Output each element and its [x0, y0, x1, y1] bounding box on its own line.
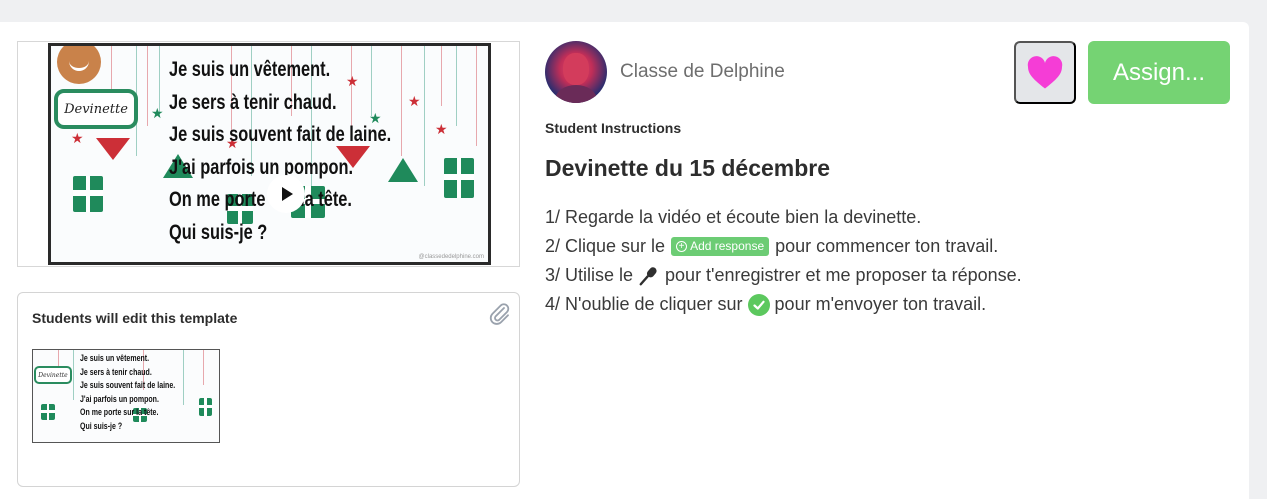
video-frame: ★ ★ ★ ★ ★ ★ ★ Devinette Je suis un vêtem…	[48, 43, 491, 265]
gift-ornament	[73, 176, 103, 212]
heart-icon	[1027, 55, 1063, 88]
ornament-thread	[424, 46, 425, 186]
ornament-thread	[147, 46, 148, 126]
instructions-label: Student Instructions	[545, 120, 682, 136]
instruction-line: 1/ Regarde la vidéo et écoute bien la de…	[545, 203, 1022, 232]
video-credit: @classededelphine.com	[418, 254, 484, 260]
riddle-line: Je sers à tenir chaud.	[169, 90, 337, 114]
ornament-thread	[456, 46, 457, 126]
riddle-line: J'ai parfois un pompon.	[80, 393, 159, 404]
play-icon[interactable]	[267, 175, 305, 213]
instruction-text: 4/ N'oublie de cliquer sur	[545, 294, 743, 314]
instruction-text: 2/ Clique sur le	[545, 236, 666, 256]
template-title: Students will edit this template	[32, 310, 238, 326]
microphone-icon	[639, 266, 657, 285]
ornament-thread	[203, 350, 204, 385]
instruction-text: pour m'envoyer ton travail.	[774, 294, 987, 314]
check-circle-icon	[747, 293, 770, 316]
instruction-text: pour commencer ton travail.	[775, 236, 999, 256]
riddle-line: On me porte sur la tête.	[80, 407, 159, 417]
instructions-body: 1/ Regarde la vidéo et écoute bien la de…	[545, 203, 1022, 319]
paperclip-icon[interactable]	[487, 301, 511, 325]
instruction-line: 2/ Clique sur le + Add response pour com…	[545, 232, 1022, 261]
add-response-label: Add response	[690, 239, 765, 253]
riddle-line: Je suis souvent fait de laine.	[169, 123, 392, 146]
devinette-tag: Devinette	[34, 366, 72, 384]
riddle-line: Je suis souvent fait de laine.	[80, 380, 176, 390]
gift-ornament	[199, 398, 212, 416]
riddle-line: Je suis un vêtement.	[169, 58, 331, 81]
template-thumbnail[interactable]: Devinette Je suis un vêtement. Je sers à…	[32, 349, 220, 443]
instruction-text: 1/ Regarde la vidéo et écoute bien la de…	[545, 207, 922, 227]
riddle-line: Qui suis-je ?	[80, 420, 123, 431]
star-ornament: ★	[151, 105, 164, 121]
riddle-line: Je suis un vêtement.	[80, 353, 150, 363]
avatar[interactable]	[545, 41, 607, 103]
tree-ornament	[388, 158, 418, 182]
instruction-line: 3/ Utilise le pour t'enregistrer et me p…	[545, 261, 1022, 290]
ornament-thread	[183, 350, 184, 405]
ornament-thread	[476, 46, 477, 146]
thumbnail-frame: Devinette Je suis un vêtement. Je sers à…	[33, 350, 219, 442]
add-response-pill: + Add response	[671, 237, 770, 256]
ornament-thread	[401, 46, 402, 156]
gift-ornament	[444, 158, 474, 198]
star-ornament: ★	[71, 130, 84, 146]
star-ornament: ★	[435, 121, 448, 137]
riddle-line: Je sers à tenir chaud.	[80, 366, 152, 377]
instruction-text: 3/ Utilise le	[545, 265, 634, 285]
riddle-text: Je suis un vêtement. Je sers à tenir cha…	[169, 54, 391, 249]
instruction-text: pour t'enregistrer et me proposer ta rép…	[665, 265, 1022, 285]
template-panel: Students will edit this template Devinet…	[17, 292, 520, 487]
gingerbread-decoration	[57, 46, 101, 84]
plus-circle-icon: +	[676, 241, 688, 252]
crown-ornament	[96, 138, 130, 160]
video-preview[interactable]: ★ ★ ★ ★ ★ ★ ★ Devinette Je suis un vêtem…	[17, 41, 520, 267]
gift-ornament	[41, 404, 55, 420]
instruction-line: 4/ N'oublie de cliquer sur pour m'envoye…	[545, 290, 1022, 319]
ornament-thread	[73, 350, 74, 400]
devinette-tag: Devinette	[54, 89, 138, 129]
star-ornament: ★	[408, 93, 421, 109]
favorite-button[interactable]	[1014, 41, 1076, 104]
activity-title: Devinette du 15 décembre	[545, 155, 831, 181]
riddle-line: Qui suis-je ?	[169, 220, 268, 244]
ornament-thread	[441, 46, 442, 106]
author-name[interactable]: Classe de Delphine	[620, 61, 785, 83]
assign-button[interactable]: Assign...	[1088, 41, 1230, 104]
thumbnail-riddle-text: Je suis un vêtement. Je sers à tenir cha…	[80, 352, 175, 433]
